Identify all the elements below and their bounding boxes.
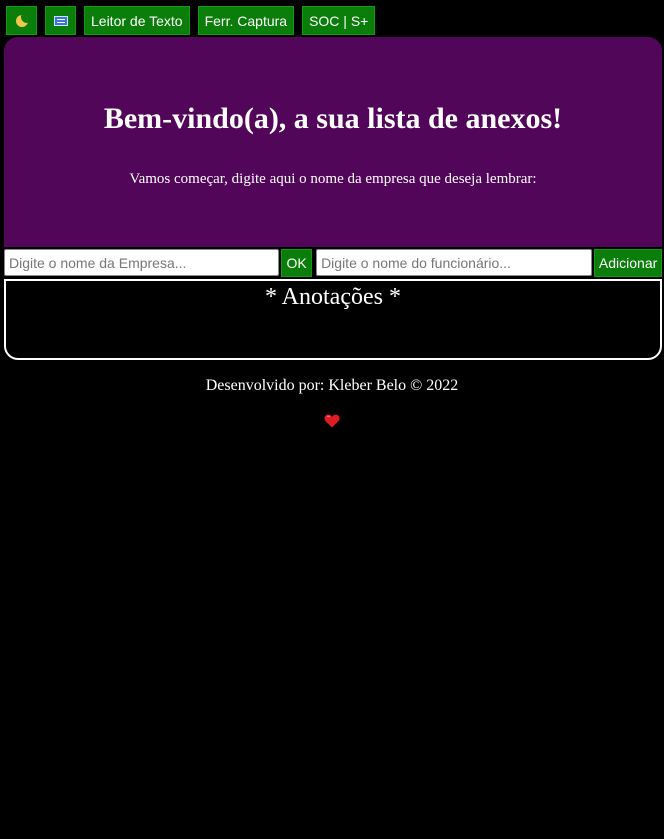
capture-tool-button[interactable]: Ferr. Captura [197,6,295,35]
employee-name-input[interactable] [316,249,593,276]
moon-icon [15,14,28,27]
ok-button[interactable]: OK [281,249,313,277]
footer-heart [0,414,664,430]
footer-credit: Desenvolvido por: Kleber Belo © 2022 [205,377,459,394]
welcome-instructions: Vamos começar, digite aqui o nome da emp… [129,171,537,187]
theme-toggle-button[interactable] [6,6,37,35]
notes-title: * Anotações * [265,284,401,310]
text-reader-button[interactable]: Leitor de Texto [84,6,190,35]
keyboard-icon [53,15,68,26]
add-button[interactable]: Adicionar [594,249,663,277]
heart-icon [324,414,340,428]
entry-form: OK Adicionar [4,249,663,277]
company-name-input[interactable] [4,249,280,276]
top-toolbar: Leitor de Texto Ferr. Captura SOC | S+ [6,6,376,36]
page-title: Bem-vindo(a), a sua lista de anexos! [103,102,563,135]
keyboard-button[interactable] [45,6,76,35]
notes-panel: * Anotações * [4,279,662,360]
soc-button[interactable]: SOC | S+ [302,6,376,35]
welcome-banner: Bem-vindo(a), a sua lista de anexos! Vam… [4,37,662,247]
